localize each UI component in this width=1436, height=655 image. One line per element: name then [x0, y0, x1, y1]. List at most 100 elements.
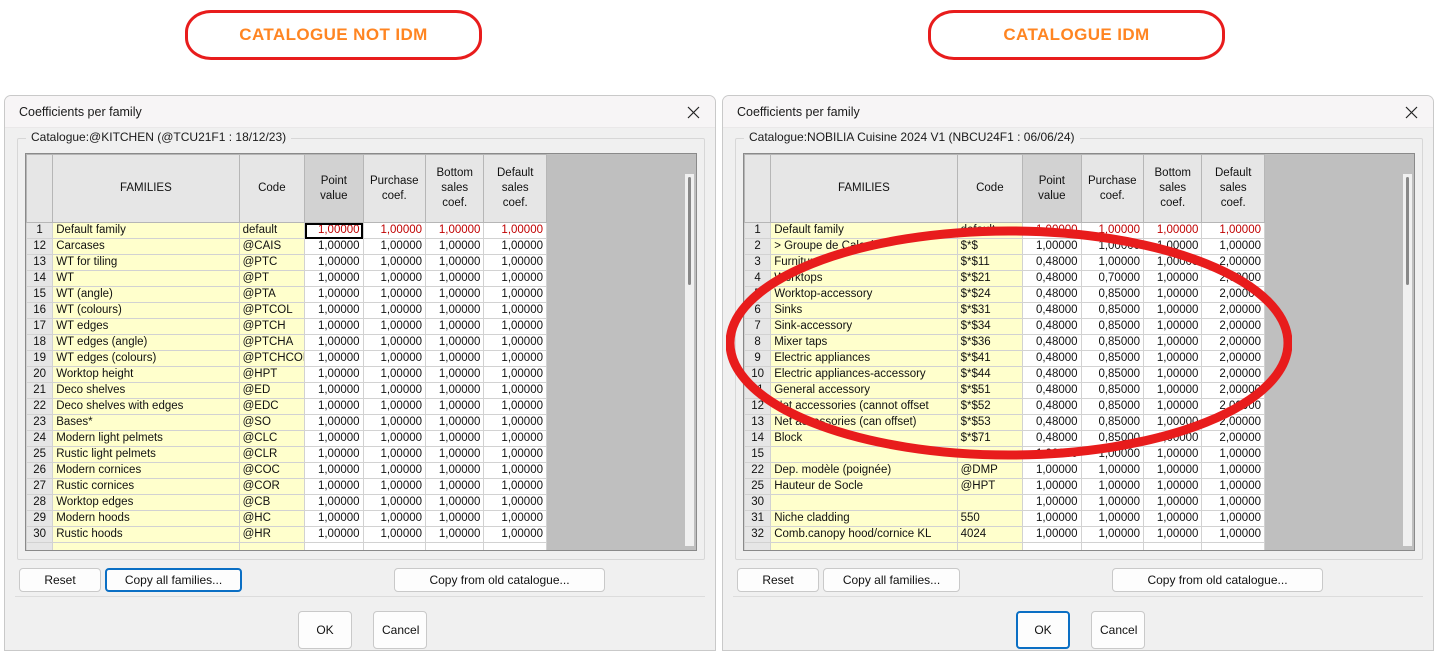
- cell-code[interactable]: $*$51: [956, 382, 1024, 399]
- col-header-rownum[interactable]: [26, 154, 54, 223]
- cell-point-value[interactable]: 0,48000: [1022, 366, 1082, 383]
- cell-code[interactable]: $*$: [956, 238, 1024, 255]
- cell-default-sales-coef[interactable]: 2,00000: [1201, 318, 1265, 335]
- table-row[interactable]: [744, 542, 1265, 550]
- cell-default-sales-coef[interactable]: 1,00000: [1201, 462, 1265, 479]
- cell-point-value[interactable]: 1,00000: [1022, 446, 1082, 463]
- cell-purchase-coef[interactable]: 0,85000: [1080, 414, 1145, 431]
- cell-family[interactable]: Niche cladding: [770, 510, 958, 527]
- cell-default-sales-coef[interactable]: 2,00000: [1201, 398, 1265, 415]
- cell-code[interactable]: [956, 542, 1024, 550]
- copy-all-families-button[interactable]: Copy all families...: [105, 568, 242, 592]
- cell-point-value[interactable]: 1,00000: [304, 430, 364, 447]
- table-row[interactable]: 22 Dep. modèle (poignée) @DMP 1,00000 1,0000…: [744, 462, 1265, 479]
- cell-family[interactable]: WT: [52, 270, 240, 287]
- cell-family[interactable]: Carcases: [52, 238, 240, 255]
- cell-row-number[interactable]: 24: [26, 430, 54, 447]
- cell-row-number[interactable]: 1: [744, 222, 772, 239]
- cell-family[interactable]: General accessory: [770, 382, 958, 399]
- cell-default-sales-coef[interactable]: 1,00000: [1201, 478, 1265, 495]
- cell-default-sales-coef[interactable]: 2,00000: [1201, 286, 1265, 303]
- cell-family[interactable]: Sinks: [770, 302, 958, 319]
- cell-point-value[interactable]: 1,00000: [304, 398, 364, 415]
- scrollbar-thumb[interactable]: [1406, 177, 1409, 285]
- table-row[interactable]: 15 WT (angle) @PTA 1,00000 1,00000 1,00000 1,0…: [26, 286, 547, 303]
- cell-row-number[interactable]: [744, 542, 772, 550]
- cell-row-number[interactable]: 13: [744, 414, 772, 431]
- cell-row-number[interactable]: 30: [26, 526, 54, 543]
- cell-default-sales-coef[interactable]: 1,00000: [483, 494, 547, 511]
- grid-container-right[interactable]: FAMILIES Code Point value Purchase coef.…: [743, 153, 1415, 551]
- table-row[interactable]: 8 Mixer taps $*$36 0,48000 0,85000 1,00000 2,0…: [744, 334, 1265, 351]
- cell-bottom-sales-coef[interactable]: 1,00000: [425, 494, 485, 511]
- cell-bottom-sales-coef[interactable]: [1143, 542, 1203, 550]
- table-row[interactable]: 22 Deco shelves with edges @EDC 1,00000 1,00…: [26, 398, 547, 415]
- cell-family[interactable]: [770, 446, 958, 463]
- cell-purchase-coef[interactable]: 1,00000: [362, 270, 427, 287]
- cell-point-value[interactable]: 1,00000: [304, 318, 364, 335]
- cell-default-sales-coef[interactable]: [483, 542, 547, 550]
- cell-family[interactable]: Modern hoods: [52, 510, 240, 527]
- cell-row-number[interactable]: 14: [744, 430, 772, 447]
- cell-default-sales-coef[interactable]: 1,00000: [483, 318, 547, 335]
- cell-purchase-coef[interactable]: 1,00000: [362, 302, 427, 319]
- cell-default-sales-coef[interactable]: 1,00000: [483, 430, 547, 447]
- cell-purchase-coef[interactable]: 1,00000: [362, 334, 427, 351]
- cell-purchase-coef[interactable]: 1,00000: [362, 382, 427, 399]
- cell-row-number[interactable]: 23: [26, 414, 54, 431]
- cell-point-value[interactable]: 1,00000: [304, 254, 364, 271]
- cell-purchase-coef[interactable]: 1,00000: [362, 398, 427, 415]
- cell-purchase-coef[interactable]: 1,00000: [362, 254, 427, 271]
- cell-purchase-coef[interactable]: 1,00000: [362, 286, 427, 303]
- cell-default-sales-coef[interactable]: 1,00000: [483, 382, 547, 399]
- table-row[interactable]: 31 Niche cladding 550 1,00000 1,00000 1,00000…: [744, 510, 1265, 527]
- cell-default-sales-coef[interactable]: 1,00000: [483, 366, 547, 383]
- cell-point-value[interactable]: 1,00000: [304, 350, 364, 367]
- close-icon[interactable]: [1389, 96, 1433, 128]
- cell-point-value[interactable]: 1,00000: [304, 334, 364, 351]
- cell-row-number[interactable]: 5: [744, 286, 772, 303]
- cell-default-sales-coef[interactable]: 1,00000: [1201, 526, 1265, 543]
- cell-row-number[interactable]: 20: [26, 366, 54, 383]
- cell-code[interactable]: $*$53: [956, 414, 1024, 431]
- cell-purchase-coef[interactable]: 0,85000: [1080, 286, 1145, 303]
- cell-row-number[interactable]: 16: [26, 302, 54, 319]
- cell-code[interactable]: @PTCH: [238, 318, 306, 335]
- cell-purchase-coef[interactable]: 0,85000: [1080, 302, 1145, 319]
- cell-code[interactable]: @PTCOL: [238, 302, 306, 319]
- cell-bottom-sales-coef[interactable]: 1,00000: [425, 222, 485, 239]
- cell-row-number[interactable]: 21: [26, 382, 54, 399]
- cell-family[interactable]: WT edges (colours): [52, 350, 240, 367]
- table-row[interactable]: 13 Net accessories (can offset) $*$53 0,480…: [744, 414, 1265, 431]
- cell-purchase-coef[interactable]: 1,00000: [362, 222, 427, 239]
- cell-default-sales-coef[interactable]: [1201, 542, 1265, 550]
- cell-bottom-sales-coef[interactable]: 1,00000: [425, 430, 485, 447]
- cell-default-sales-coef[interactable]: 1,00000: [483, 302, 547, 319]
- table-row[interactable]: 5 Worktop-accessory $*$24 0,48000 0,85000 1,0…: [744, 286, 1265, 303]
- col-header-bottom-sales-coef[interactable]: Bottom sales coef.: [425, 154, 485, 223]
- col-header-families[interactable]: FAMILIES: [52, 154, 240, 223]
- table-row[interactable]: 23 Bases* @SO 1,00000 1,00000 1,00000 1,00000: [26, 414, 547, 431]
- cell-row-number[interactable]: 17: [26, 318, 54, 335]
- cancel-button[interactable]: Cancel: [1091, 611, 1145, 649]
- cell-code[interactable]: 550: [956, 510, 1024, 527]
- cell-point-value[interactable]: 1,00000: [1022, 526, 1082, 543]
- cell-purchase-coef[interactable]: 0,85000: [1080, 382, 1145, 399]
- cell-purchase-coef[interactable]: 1,00000: [1080, 494, 1145, 511]
- cell-family[interactable]: Rustic light pelmets: [52, 446, 240, 463]
- cell-bottom-sales-coef[interactable]: 1,00000: [1143, 302, 1203, 319]
- cell-bottom-sales-coef[interactable]: 1,00000: [425, 462, 485, 479]
- col-header-code[interactable]: Code: [956, 154, 1024, 223]
- table-row[interactable]: 24 Modern light pelmets @CLC 1,00000 1,00000…: [26, 430, 547, 447]
- copy-all-families-button[interactable]: Copy all families...: [823, 568, 960, 592]
- cell-bottom-sales-coef[interactable]: 1,00000: [1143, 446, 1203, 463]
- cell-row-number[interactable]: [26, 542, 54, 550]
- cell-row-number[interactable]: 27: [26, 478, 54, 495]
- cell-bottom-sales-coef[interactable]: 1,00000: [425, 334, 485, 351]
- cell-bottom-sales-coef[interactable]: 1,00000: [425, 478, 485, 495]
- cell-family[interactable]: [770, 542, 958, 550]
- cell-bottom-sales-coef[interactable]: 1,00000: [1143, 430, 1203, 447]
- cell-code[interactable]: $*$36: [956, 334, 1024, 351]
- cell-bottom-sales-coef[interactable]: 1,00000: [1143, 382, 1203, 399]
- cell-default-sales-coef[interactable]: 2,00000: [1201, 430, 1265, 447]
